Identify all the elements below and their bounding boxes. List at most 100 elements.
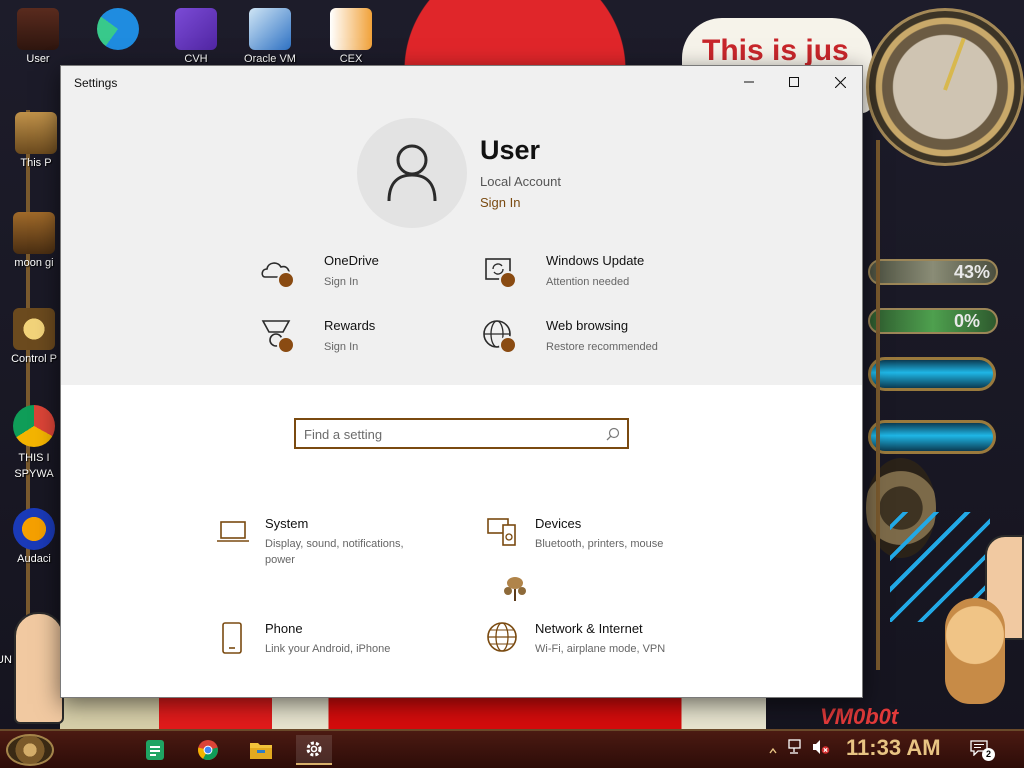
phone-icon: [222, 622, 242, 654]
settings-gear-icon: [306, 741, 322, 757]
network-icon[interactable]: [788, 739, 806, 755]
edge-icon: [97, 8, 139, 50]
desktop-icon-virtualbox[interactable]: Oracle VM: [236, 8, 304, 65]
taskbar-app-sheets[interactable]: [140, 735, 170, 765]
wallpaper-hamster: [945, 598, 1005, 704]
desktop-icon-label: User: [26, 53, 50, 65]
desktop-icon-label: moon gi: [14, 257, 54, 269]
maximize-icon: [789, 77, 799, 87]
desktop-icon-user[interactable]: User: [4, 8, 72, 65]
taskbar-app-chrome[interactable]: [193, 735, 223, 765]
category-subtitle: Bluetooth, printers, mouse: [535, 538, 664, 550]
category-subtitle: Wi-Fi, airplane mode, VPN: [535, 643, 666, 655]
quick-link-subtitle: Attention needed: [546, 276, 630, 288]
quick-link-title: OneDrive: [324, 253, 379, 268]
category-subtitle: Display, sound, notifications, power: [265, 538, 404, 566]
desktop-icon-label: CVH: [184, 53, 208, 65]
taskbar: 11:33 AM 2: [0, 729, 1024, 768]
category-phone[interactable]: Phone Link your Android, iPhone: [216, 621, 446, 661]
taskbar-clock[interactable]: 11:33 AM: [846, 735, 941, 761]
wallpaper-tube: [868, 420, 996, 454]
wallpaper-floor: [60, 698, 766, 730]
settings-window: Settings User Local Account Sign In OneD…: [60, 65, 863, 698]
computer-icon: [15, 112, 57, 154]
status-badge: [277, 336, 295, 354]
chrome-icon: [198, 740, 218, 760]
maximize-button[interactable]: [771, 66, 817, 98]
window-title: Settings: [74, 76, 118, 90]
quick-link-onedrive[interactable]: OneDrive Sign In: [259, 253, 469, 297]
account-header: User Local Account Sign In OneDrive Sign…: [61, 98, 862, 385]
moon-icon: [13, 212, 55, 254]
quick-link-subtitle: Restore recommended: [546, 341, 658, 353]
title-bar[interactable]: Settings: [61, 66, 862, 98]
desktop-icon-label: CEX: [339, 53, 363, 65]
gauge-label-2: 0%: [954, 311, 981, 331]
category-title: Phone: [265, 621, 303, 636]
wallpaper-tube: [868, 357, 996, 391]
account-name: User: [480, 135, 541, 165]
bug-icon: [504, 577, 526, 601]
status-badge: [499, 271, 517, 289]
volume-muted-icon[interactable]: [812, 739, 830, 755]
wallpaper-mascot: [14, 612, 64, 724]
taskbar-app-settings[interactable]: [296, 735, 332, 765]
audacity-icon: [13, 508, 55, 550]
quick-link-title: Windows Update: [546, 253, 645, 268]
taskbar-app-file-explorer[interactable]: [246, 735, 276, 765]
virtualbox-icon: [249, 8, 291, 50]
tray-overflow-chevron-icon[interactable]: [769, 744, 777, 754]
desktop-icon-edge[interactable]: [84, 8, 152, 53]
category-title: Network & Internet: [535, 621, 643, 636]
category-title: Devices: [535, 516, 582, 531]
close-button[interactable]: [817, 66, 862, 98]
category-system[interactable]: System Display, sound, notifications, po…: [216, 516, 446, 572]
account-type: Local Account: [480, 174, 561, 189]
search-box[interactable]: [294, 418, 629, 449]
desktop-icon-un[interactable]: UN: [0, 654, 24, 666]
start-button[interactable]: [6, 734, 54, 766]
category-devices[interactable]: Devices Bluetooth, printers, mouse: [486, 516, 716, 556]
file-explorer-icon: [250, 743, 272, 759]
desktop-icon-audacity[interactable]: Audaci: [0, 508, 68, 565]
notification-count-badge: 2: [982, 748, 995, 761]
quick-link-windows-update[interactable]: Windows Update Attention needed: [481, 253, 691, 297]
quick-link-title: Rewards: [324, 318, 376, 333]
gauge-label-1: 43%: [954, 262, 991, 282]
sheets-icon: [146, 740, 164, 760]
desktop-icon-control-panel[interactable]: Control P: [0, 308, 68, 365]
wallpaper-watermark: VM0b0t: [820, 704, 899, 729]
devices-icon: [487, 518, 516, 546]
wallpaper-banner-text: This is jus: [702, 34, 849, 67]
quick-link-rewards[interactable]: Rewards Sign In: [259, 318, 469, 362]
account-sign-in-link[interactable]: Sign In: [480, 195, 520, 210]
desktop-icon-moon[interactable]: moon gi: [0, 212, 68, 269]
visual-studio-icon: [175, 8, 217, 50]
quick-link-subtitle: Sign In: [324, 341, 359, 353]
user-folder-icon: [17, 8, 59, 50]
chrome-icon: [13, 405, 55, 447]
minimize-icon: [744, 81, 754, 83]
search-icon[interactable]: [606, 427, 620, 441]
laptop-icon: [217, 521, 249, 542]
user-avatar-icon: [387, 144, 437, 202]
desktop-icon-label: THIS I SPYWA: [14, 452, 54, 480]
category-title: System: [265, 516, 309, 531]
desktop-icon-hxd[interactable]: CEX: [317, 8, 385, 65]
minimize-button[interactable]: [726, 66, 772, 98]
desktop-icon-label: UN: [0, 654, 12, 666]
globe-icon: [487, 622, 517, 652]
lightbulb-icon: [13, 308, 55, 350]
desktop-icon-chrome[interactable]: THIS I SPYWA: [0, 405, 68, 482]
close-icon: [834, 76, 846, 88]
notification-center-button[interactable]: 2: [970, 740, 995, 761]
desktop-icon-visual-studio[interactable]: CVH: [162, 8, 230, 65]
search-input[interactable]: [304, 424, 594, 444]
quick-link-web-browsing[interactable]: Web browsing Restore recommended: [481, 318, 691, 374]
wallpaper-rail: [876, 140, 880, 670]
category-subtitle: Link your Android, iPhone: [265, 643, 391, 655]
wallpaper-clock: [866, 8, 1024, 166]
category-network-internet[interactable]: Network & Internet Wi-Fi, airplane mode,…: [486, 621, 726, 661]
status-badge: [499, 336, 517, 354]
avatar[interactable]: [357, 118, 467, 228]
